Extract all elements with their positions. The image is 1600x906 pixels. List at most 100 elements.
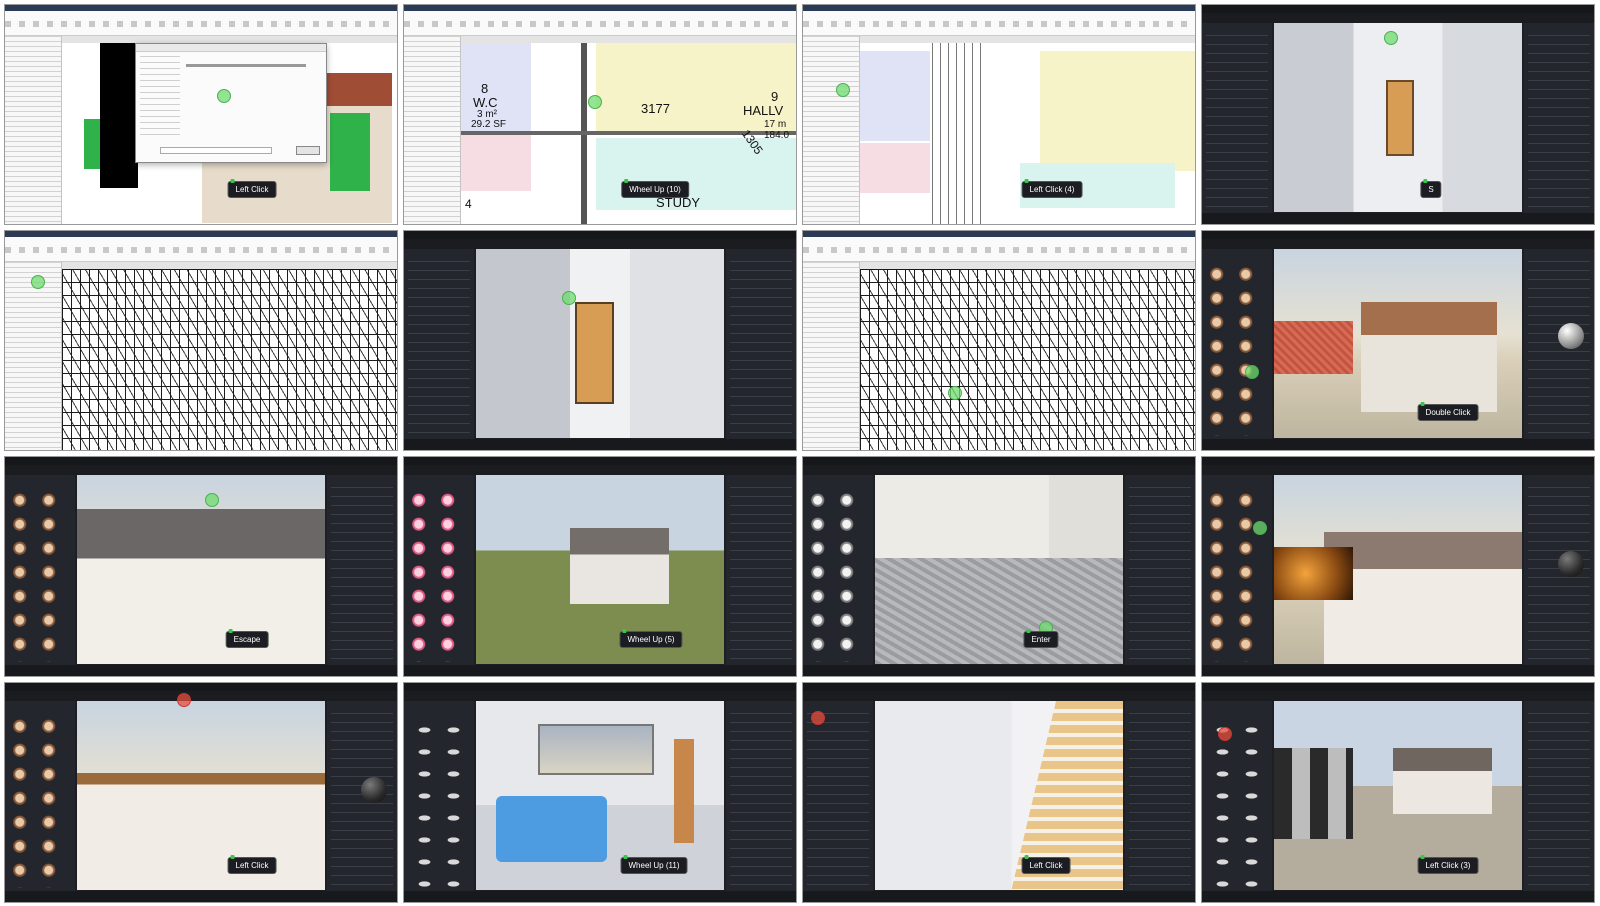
material-thumbnails[interactable] — [11, 719, 69, 888]
screenshot-grid: Left Click 8 W.C 3 m² 29.2 SF 3177 9 HAL… — [4, 4, 1596, 903]
vehicle-preview — [1274, 748, 1354, 839]
tm-bottom-bar[interactable] — [5, 665, 397, 676]
library-items[interactable] — [807, 713, 869, 886]
tm-viewport[interactable] — [1274, 23, 1522, 212]
furniture-thumbnails[interactable] — [410, 719, 468, 888]
tm-toolbar[interactable] — [5, 465, 397, 475]
tm-library-panel[interactable] — [404, 249, 474, 440]
material-thumbnails[interactable] — [1208, 493, 1266, 662]
library-items[interactable] — [408, 261, 470, 434]
material-thumbnails[interactable] — [1208, 267, 1266, 436]
property-rows[interactable] — [1528, 487, 1590, 660]
material-thumbnails[interactable] — [410, 493, 468, 662]
property-rows[interactable] — [1528, 261, 1590, 434]
revit-properties-panel[interactable] — [803, 36, 860, 224]
tm-toolbar[interactable] — [1202, 465, 1594, 475]
tm-toolbar[interactable] — [1202, 239, 1594, 249]
tm-library-panel[interactable] — [803, 701, 873, 892]
cursor-indicator — [177, 693, 191, 707]
revit-properties-panel[interactable] — [404, 36, 461, 224]
tm-viewport[interactable] — [875, 475, 1123, 664]
scene-items[interactable] — [1528, 35, 1590, 208]
property-rows[interactable] — [1528, 713, 1590, 886]
tm-toolbar[interactable] — [1202, 13, 1594, 23]
tm-properties-panel[interactable] — [726, 701, 796, 892]
tm-materials-panel[interactable] — [803, 475, 873, 666]
library-items[interactable] — [1206, 35, 1268, 208]
property-rows[interactable] — [1129, 487, 1191, 660]
revit-properties-panel[interactable] — [5, 36, 62, 224]
revit-ribbon[interactable] — [404, 11, 796, 36]
tm-viewport[interactable] — [1274, 475, 1522, 664]
tm-toolbar[interactable] — [5, 691, 397, 701]
tm-materials-panel[interactable] — [5, 475, 75, 666]
revit-ribbon[interactable] — [803, 237, 1195, 262]
property-rows[interactable] — [331, 487, 393, 660]
tm-bottom-bar[interactable] — [404, 439, 796, 450]
tm-viewport[interactable] — [77, 475, 325, 664]
tm-bottom-bar[interactable] — [803, 665, 1195, 676]
cursor-indicator — [1218, 727, 1232, 741]
tm-materials-panel[interactable] — [1202, 249, 1272, 440]
tm-properties-panel[interactable] — [1125, 475, 1195, 666]
tm-materials-panel[interactable] — [5, 701, 75, 892]
tm-viewport[interactable] — [1274, 249, 1522, 438]
revit-ribbon[interactable] — [803, 11, 1195, 36]
tm-viewport[interactable] — [1274, 701, 1522, 890]
tm-bottom-bar[interactable] — [803, 891, 1195, 902]
revit-properties-panel[interactable] — [803, 262, 860, 450]
tm-bottom-bar[interactable] — [404, 665, 796, 676]
property-rows[interactable] — [730, 713, 792, 886]
tm-properties-panel[interactable] — [327, 701, 397, 892]
tm-bottom-bar[interactable] — [1202, 665, 1594, 676]
tm-toolbar[interactable] — [803, 691, 1195, 701]
dialog-open-button[interactable] — [296, 146, 320, 155]
tm-properties-panel[interactable] — [1524, 475, 1594, 666]
tm-bottom-bar[interactable] — [5, 891, 397, 902]
scene-items[interactable] — [730, 261, 792, 434]
tm-bottom-bar[interactable] — [1202, 891, 1594, 902]
tm-viewport[interactable] — [875, 701, 1123, 890]
vehicle-thumbnails[interactable] — [1208, 719, 1266, 888]
tm-toolbar[interactable] — [404, 691, 796, 701]
tile-twinmotion-house-corner: Left Click — [4, 682, 398, 903]
dialog-filename-input[interactable] — [160, 147, 272, 154]
scene-items[interactable] — [1129, 713, 1191, 886]
revit-ribbon[interactable] — [5, 237, 397, 262]
action-badge: Wheel Up (5) — [619, 629, 683, 648]
tm-furniture-panel[interactable] — [404, 701, 474, 892]
dialog-file-row[interactable] — [186, 64, 306, 67]
tm-viewport[interactable] — [476, 249, 724, 438]
tm-scene-panel[interactable] — [726, 249, 796, 440]
tm-vehicles-panel[interactable] — [1202, 701, 1272, 892]
property-rows[interactable] — [730, 487, 792, 660]
tm-toolbar[interactable] — [803, 465, 1195, 475]
dialog-folder-list[interactable] — [140, 56, 180, 138]
revit-properties-panel[interactable] — [5, 262, 62, 450]
tm-properties-panel[interactable] — [327, 475, 397, 666]
tm-library-panel[interactable] — [1202, 23, 1272, 214]
tm-bottom-bar[interactable] — [1202, 213, 1594, 224]
revit-wireframe-view[interactable] — [860, 269, 1195, 450]
tm-toolbar[interactable] — [404, 465, 796, 475]
revit-ribbon[interactable] — [5, 11, 397, 36]
tm-bottom-bar[interactable] — [404, 891, 796, 902]
tm-properties-panel[interactable] — [1524, 701, 1594, 892]
tm-properties-panel[interactable] — [726, 475, 796, 666]
tm-scene-panel[interactable] — [1524, 23, 1594, 214]
material-thumbnails[interactable] — [11, 493, 69, 662]
tm-toolbar[interactable] — [1202, 691, 1594, 701]
tm-viewport[interactable] — [476, 475, 724, 664]
tm-materials-panel[interactable] — [1202, 475, 1272, 666]
tm-toolbar[interactable] — [404, 239, 796, 249]
tm-properties-panel[interactable] — [1524, 249, 1594, 440]
tm-materials-panel[interactable] — [404, 475, 474, 666]
material-thumbnails[interactable] — [809, 493, 867, 662]
tm-bottom-bar[interactable] — [1202, 439, 1594, 450]
file-open-dialog[interactable] — [135, 43, 327, 163]
property-rows[interactable] — [331, 713, 393, 886]
house — [1393, 748, 1493, 815]
tm-viewport[interactable] — [77, 701, 325, 890]
tm-scene-panel[interactable] — [1125, 701, 1195, 892]
revit-wireframe-view[interactable] — [62, 269, 397, 450]
